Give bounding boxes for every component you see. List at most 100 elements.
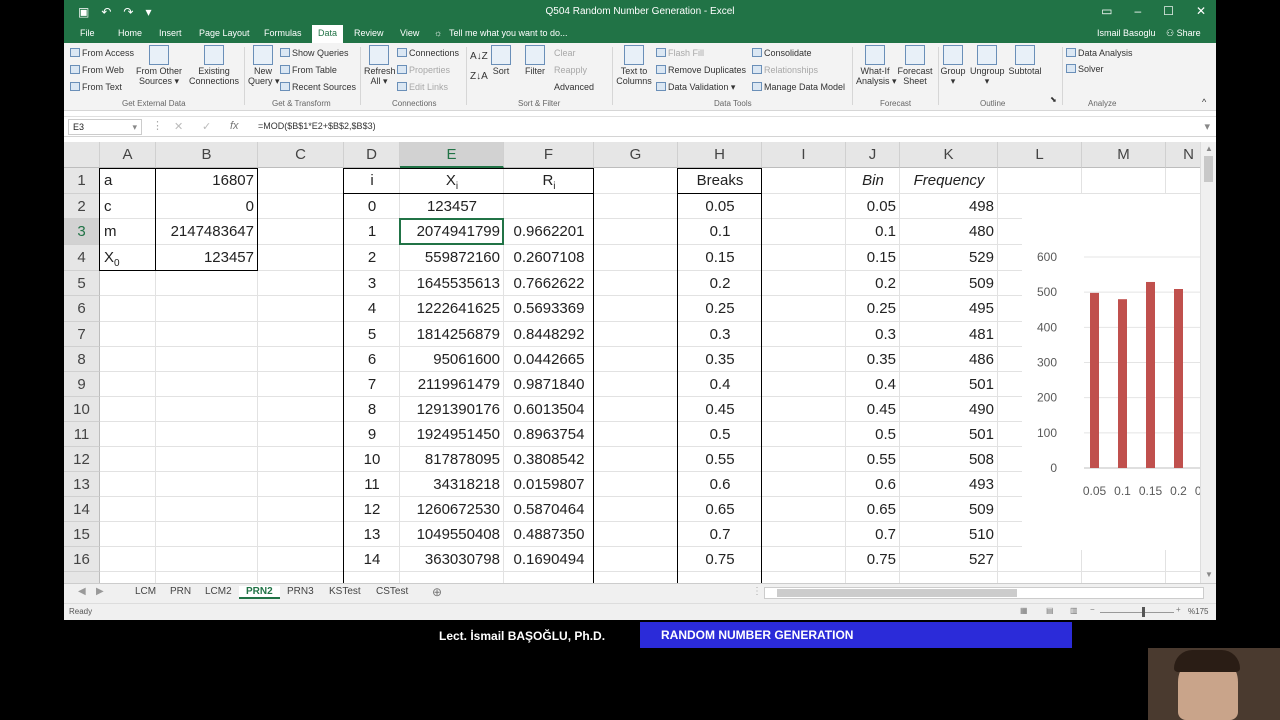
row-header-2[interactable]: 2 bbox=[64, 194, 100, 219]
tab-split-handle-icon[interactable]: ⋮ bbox=[752, 586, 762, 597]
bin-value[interactable]: 0.3 bbox=[846, 322, 900, 347]
from-table-button[interactable]: From Table bbox=[280, 65, 337, 75]
sheet-tab-kstest[interactable]: KSTest bbox=[322, 586, 368, 597]
break-value[interactable]: 0.1 bbox=[678, 219, 762, 245]
lcg-x-value[interactable]: 1291390176 bbox=[400, 397, 504, 422]
connections-button[interactable]: Connections bbox=[397, 48, 459, 58]
lcg-r-value[interactable]: 0.2607108 bbox=[504, 245, 594, 271]
advanced-button[interactable]: Advanced bbox=[554, 82, 594, 92]
active-cell-e3[interactable] bbox=[399, 218, 504, 245]
lcg-index[interactable]: 14 bbox=[344, 547, 400, 572]
lcg-x-value[interactable]: 1222641625 bbox=[400, 296, 504, 322]
zoom-level[interactable]: %175 bbox=[1188, 607, 1208, 616]
break-value[interactable]: 0.6 bbox=[678, 472, 762, 497]
column-header-k[interactable]: K bbox=[900, 142, 998, 168]
formula-input[interactable]: =MOD($B$1*E2+$B$2,$B$3) bbox=[258, 121, 376, 131]
chart-bar[interactable] bbox=[1118, 299, 1127, 468]
frequency-value[interactable]: 490 bbox=[900, 397, 998, 422]
break-value[interactable]: 0.4 bbox=[678, 372, 762, 397]
frequency-value[interactable]: 501 bbox=[900, 372, 998, 397]
column-header-f[interactable]: F bbox=[504, 142, 594, 168]
lcg-index[interactable]: 8 bbox=[344, 397, 400, 422]
page-layout-view-icon[interactable]: ▤ bbox=[1046, 606, 1054, 615]
zoom-out-icon[interactable]: − bbox=[1090, 605, 1095, 614]
bin-value[interactable]: 0.2 bbox=[846, 271, 900, 296]
collapse-ribbon-icon[interactable]: ^ bbox=[1202, 97, 1206, 107]
lcg-r-value[interactable]: 0.5693369 bbox=[504, 296, 594, 322]
page-break-view-icon[interactable]: ▥ bbox=[1070, 606, 1078, 615]
header-bin[interactable]: Bin bbox=[846, 168, 900, 194]
from-other-sources-button[interactable]: From Other Sources ▾ bbox=[136, 45, 182, 87]
from-text-button[interactable]: From Text bbox=[70, 82, 122, 92]
scroll-down-icon[interactable]: ▼ bbox=[1205, 570, 1213, 579]
vertical-scrollbar[interactable]: ▲ ▼ bbox=[1200, 142, 1216, 583]
lcg-r-value[interactable]: 0.5870464 bbox=[504, 497, 594, 522]
column-header-e[interactable]: E bbox=[400, 142, 504, 168]
sheet-tab-lcm[interactable]: LCM bbox=[128, 586, 163, 597]
expand-formula-icon[interactable]: ▾ bbox=[1204, 120, 1210, 133]
lcg-index[interactable]: 1 bbox=[344, 219, 400, 245]
lcg-x-value[interactable]: 559872160 bbox=[400, 245, 504, 271]
manage-data-model-button[interactable]: Manage Data Model bbox=[752, 82, 845, 92]
tab-home[interactable]: Home bbox=[118, 28, 142, 38]
frequency-value[interactable]: 510 bbox=[900, 522, 998, 547]
sheet-tab-prn[interactable]: PRN bbox=[163, 586, 198, 597]
refresh-all-button[interactable]: Refresh All ▾ bbox=[364, 45, 396, 87]
filter-button[interactable]: Filter bbox=[522, 45, 548, 76]
lcg-r-value[interactable]: 0.7662622 bbox=[504, 271, 594, 296]
lcg-r-value[interactable]: 0.4887350 bbox=[504, 522, 594, 547]
lcg-index[interactable]: 0 bbox=[344, 194, 400, 219]
lcg-x-value[interactable]: 817878095 bbox=[400, 447, 504, 472]
break-value[interactable]: 0.2 bbox=[678, 271, 762, 296]
break-value[interactable]: 0.25 bbox=[678, 296, 762, 322]
row-header-13[interactable]: 13 bbox=[64, 472, 100, 497]
row-header-16[interactable]: 16 bbox=[64, 547, 100, 572]
lcg-index[interactable]: 13 bbox=[344, 522, 400, 547]
worksheet-grid[interactable]: A B C D E F G H I J K L M N 1 2 3 4 5 6 7 8 9 10 11 12 13 14 15 16 a 16… bbox=[64, 142, 1216, 583]
break-value[interactable]: 0.55 bbox=[678, 447, 762, 472]
scroll-up-icon[interactable]: ▲ bbox=[1205, 144, 1213, 153]
break-value[interactable]: 0.15 bbox=[678, 245, 762, 271]
bin-value[interactable]: 0.65 bbox=[846, 497, 900, 522]
row-header-14[interactable]: 14 bbox=[64, 497, 100, 522]
solver-button[interactable]: Solver bbox=[1066, 64, 1104, 74]
new-query-button[interactable]: New Query ▾ bbox=[248, 45, 280, 87]
row-header-9[interactable]: 9 bbox=[64, 372, 100, 397]
normal-view-icon[interactable]: ▦ bbox=[1020, 606, 1028, 615]
header-xi[interactable]: Xi bbox=[400, 168, 504, 194]
lcg-r-value[interactable]: 0.0159807 bbox=[504, 472, 594, 497]
lcg-x-value[interactable]: 2119961479 bbox=[400, 372, 504, 397]
clear-button[interactable]: Clear bbox=[554, 48, 576, 58]
ribbon-display-icon[interactable]: ▭ bbox=[1101, 4, 1112, 18]
column-header-d[interactable]: D bbox=[344, 142, 400, 168]
lcg-x-value[interactable]: 95061600 bbox=[400, 347, 504, 372]
lcg-index[interactable]: 11 bbox=[344, 472, 400, 497]
next-sheet-icon[interactable]: ▶ bbox=[96, 586, 104, 597]
header-ri[interactable]: Ri bbox=[504, 168, 594, 194]
show-queries-button[interactable]: Show Queries bbox=[280, 48, 349, 58]
tab-view[interactable]: View bbox=[400, 28, 419, 38]
column-header-c[interactable]: C bbox=[258, 142, 344, 168]
select-all-corner[interactable] bbox=[64, 142, 100, 168]
tab-data[interactable]: Data bbox=[312, 25, 344, 43]
column-header-g[interactable]: G bbox=[594, 142, 678, 168]
bin-value[interactable]: 0.75 bbox=[846, 547, 900, 572]
lcg-r-value[interactable]: 0.0442665 bbox=[504, 347, 594, 372]
bin-value[interactable]: 0.7 bbox=[846, 522, 900, 547]
text-to-columns-button[interactable]: Text to Columns bbox=[616, 45, 652, 86]
lcg-r-value[interactable]: 0.8448292 bbox=[504, 322, 594, 347]
forecast-sheet-button[interactable]: Forecast Sheet bbox=[896, 45, 934, 86]
enter-icon[interactable]: ✓ bbox=[202, 120, 211, 133]
header-breaks[interactable]: Breaks bbox=[678, 168, 762, 194]
break-value[interactable]: 0.35 bbox=[678, 347, 762, 372]
column-header-l[interactable]: L bbox=[998, 142, 1082, 168]
consolidate-button[interactable]: Consolidate bbox=[752, 48, 812, 58]
lcg-r-value[interactable]: 0.8963754 bbox=[504, 422, 594, 447]
minimize-icon[interactable]: – bbox=[1134, 4, 1141, 18]
lcg-index[interactable]: 7 bbox=[344, 372, 400, 397]
lcg-index[interactable]: 10 bbox=[344, 447, 400, 472]
bin-value[interactable]: 0.25 bbox=[846, 296, 900, 322]
existing-connections-button[interactable]: Existing Connections bbox=[188, 45, 240, 86]
outline-launcher-icon[interactable]: ⬊ bbox=[1050, 95, 1057, 104]
what-if-button[interactable]: What-If Analysis ▾ bbox=[856, 45, 897, 87]
